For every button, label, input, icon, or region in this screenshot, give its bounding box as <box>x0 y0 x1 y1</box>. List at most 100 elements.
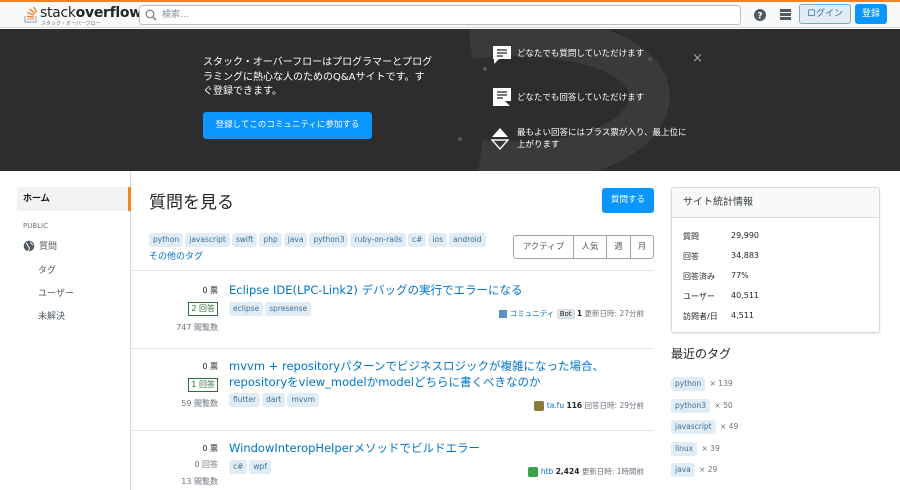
activity-time: 更新日時: 1時間前 <box>581 467 644 476</box>
question-views: 747 閲覧数 <box>176 323 218 332</box>
user-reputation: 116 <box>566 401 583 410</box>
vote-arrows-icon <box>491 128 509 151</box>
avatar <box>528 467 539 477</box>
banner-intro-text: スタック・オーバーフローはプログラマーとプログラミングに熱心な人のためのQ&Aサ… <box>203 57 433 97</box>
tag-spresense[interactable]: spresense <box>265 302 312 316</box>
question-title-link[interactable]: WindowInteropHelperメソッドでビルドエラー <box>229 440 629 456</box>
welcome-banner: スタック・オーバーフローはプログラマーとプログラミングに熱心な人のためのQ&Aサ… <box>0 29 900 171</box>
tag-wpf[interactable]: wpf <box>249 460 271 474</box>
tag-javascript[interactable]: javascript <box>671 420 716 434</box>
banner-feature-vote: 最もよい回答にはプラス票が入り、最上位に上がります <box>491 126 691 154</box>
search-box[interactable] <box>139 5 741 25</box>
question-row: 0 票 1 回答 59 閲覧数 mvvm + repositoryパターンでビジ… <box>132 348 654 430</box>
bot-badge: Bot <box>556 309 575 319</box>
question-row: 0 票 0 回答 13 閲覧数 WindowInteropHelperメソッドで… <box>132 430 654 490</box>
question-row: 0 票 2 回答 747 閲覧数 Eclipse IDE(LPC-Link2) … <box>132 270 654 348</box>
question-votes: 0 票 <box>202 362 218 371</box>
stackoverflow-logo[interactable]: stackoverflow スタック・オーバーフロー <box>24 4 142 27</box>
nav-item-tags[interactable]: タグ <box>38 263 56 276</box>
tag-csharp[interactable]: c# <box>408 233 427 247</box>
question-title-link[interactable]: mvvm + repositoryパターンでビジネスロジックが複雑になった場合、… <box>229 358 629 390</box>
question-user-info: ta.fu 116 回答日時: 29分前 <box>534 400 644 411</box>
top-bar: stackoverflow スタック・オーバーフロー ? ログイン 登録 <box>0 0 900 28</box>
signup-button[interactable]: 登録 <box>855 4 887 24</box>
tag-csharp[interactable]: c# <box>229 460 248 474</box>
tag-python3[interactable]: python3 <box>671 399 711 413</box>
question-tags: c# wpf <box>229 460 273 474</box>
question-title-link[interactable]: Eclipse IDE(LPC-Link2) デバッグの実行でエラーになる <box>229 282 629 298</box>
search-input[interactable] <box>162 8 732 22</box>
community-avatar-icon <box>499 310 508 318</box>
banner-background-art <box>458 29 671 171</box>
nav-item-users[interactable]: ユーザー <box>38 286 74 299</box>
question-votes: 0 票 <box>202 444 218 453</box>
tag-javascript[interactable]: javascript <box>185 233 230 247</box>
question-bubble-icon <box>493 46 511 64</box>
recent-tags-title: 最近のタグ <box>671 347 732 361</box>
user-name-link[interactable]: htb <box>541 467 553 476</box>
nav-item-label: 質問 <box>39 242 58 252</box>
globe-icon <box>23 240 35 252</box>
recent-tag-item: java × 29 <box>671 463 717 477</box>
tag-php[interactable]: php <box>259 233 282 247</box>
close-banner-icon[interactable]: × <box>692 51 703 66</box>
question-filter-tabs: アクティブ 人気 週 月 <box>513 235 654 259</box>
feature-text: どなたでも回答していただけます <box>517 93 645 103</box>
ask-question-button[interactable]: 質問する <box>602 188 654 213</box>
tag-java[interactable]: java <box>283 233 308 247</box>
answer-bubble-icon <box>493 88 511 106</box>
recent-tag-item: python × 139 <box>671 377 733 391</box>
tag-mvvm[interactable]: mvvm <box>287 393 319 407</box>
filter-tab-popular[interactable]: 人気 <box>574 236 607 258</box>
tag-linux[interactable]: linux <box>671 442 698 456</box>
recent-tag-item: linux × 39 <box>671 442 720 456</box>
activity-time: 回答日時: 29分前 <box>584 401 644 410</box>
svg-text:?: ? <box>757 12 762 22</box>
feature-text: 最もよい回答にはプラス票が入り、最上位に上がります <box>517 128 687 150</box>
banner-feature-answer: どなたでも回答していただけます <box>491 86 691 110</box>
join-community-button[interactable]: 登録してこのコミュニティに参加する <box>203 112 372 139</box>
page-title: 質問を見る <box>149 193 234 213</box>
tag-python3[interactable]: python3 <box>309 233 349 247</box>
filter-tab-active[interactable]: アクティブ <box>514 236 574 258</box>
user-name-link[interactable]: ta.fu <box>547 401 564 410</box>
tag-eclipse[interactable]: eclipse <box>229 302 264 316</box>
tag-ruby-on-rails[interactable]: ruby-on-rails <box>350 233 407 247</box>
user-reputation: 1 <box>576 309 583 318</box>
question-answers: 2 回答 <box>132 302 218 316</box>
nav-item-unanswered[interactable]: 未解決 <box>38 309 65 322</box>
site-switcher-icon[interactable] <box>779 8 792 21</box>
stack-logo-icon <box>24 7 38 23</box>
tag-python[interactable]: python <box>671 377 706 391</box>
tag-android[interactable]: android <box>449 233 486 247</box>
question-answers: 1 回答 <box>132 378 218 392</box>
question-tags: eclipse spresense <box>229 302 313 316</box>
question-views: 59 閲覧数 <box>181 399 218 408</box>
question-user-info: htb 2,424 更新日時: 1時間前 <box>528 466 644 477</box>
stats-title: サイト統計情報 <box>672 188 879 218</box>
help-icon[interactable]: ? <box>753 8 767 22</box>
tag-swift[interactable]: swift <box>231 233 258 247</box>
feature-text: どなたでも質問していただけます <box>517 49 645 59</box>
search-icon <box>145 9 157 21</box>
question-tags: flutter dart mvvm <box>229 393 321 407</box>
tag-ios[interactable]: ios <box>428 233 448 247</box>
tag-dart[interactable]: dart <box>262 393 286 407</box>
tag-python[interactable]: python <box>149 233 184 247</box>
left-sidebar: ホーム PUBLIC 質問 タグ ユーザー 未解決 <box>0 171 131 490</box>
filter-tab-week[interactable]: 週 <box>607 236 631 258</box>
more-tags-link[interactable]: その他のタグ <box>149 249 203 262</box>
filter-tab-month[interactable]: 月 <box>631 236 653 258</box>
nav-item-home[interactable]: ホーム <box>17 187 131 211</box>
tag-java[interactable]: java <box>671 463 695 477</box>
question-views: 13 閲覧数 <box>181 477 218 486</box>
banner-feature-ask: どなたでも質問していただけます <box>491 44 691 68</box>
nav-section-public: PUBLIC <box>23 222 48 230</box>
user-reputation: 2,424 <box>555 467 580 476</box>
login-button[interactable]: ログイン <box>799 4 851 24</box>
tag-flutter[interactable]: flutter <box>229 393 261 407</box>
question-votes: 0 票 <box>202 286 218 295</box>
site-stats-card: サイト統計情報 質問 29,990 回答 34,883 回答済み 77% ユーザー 40… <box>671 187 880 333</box>
question-user-info: コミュニティ Bot 1 更新日時: 27分前 <box>499 308 644 319</box>
user-name-link[interactable]: コミュニティ <box>510 309 555 318</box>
